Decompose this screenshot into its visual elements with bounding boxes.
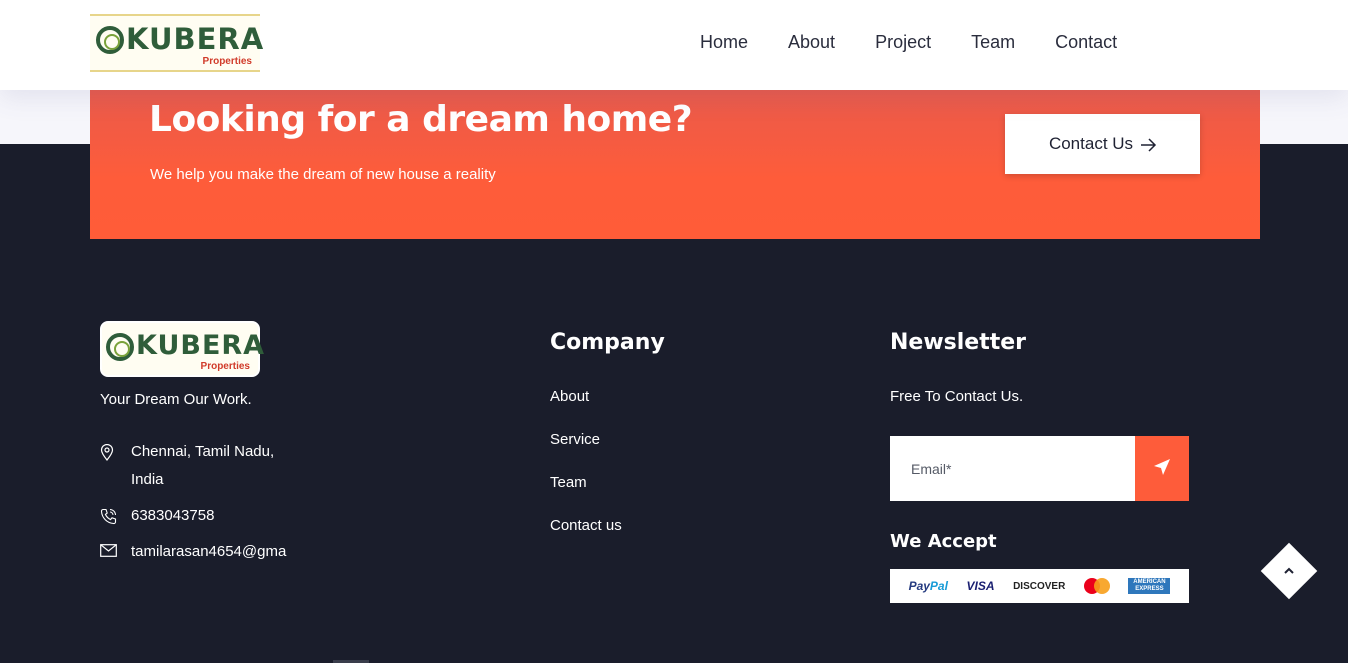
newsletter-text: Free To Contact Us. [890, 388, 1024, 405]
mastercard-logo [1083, 578, 1110, 594]
scroll-to-top-button[interactable] [1260, 542, 1318, 600]
cta-subtitle: We help you make the dream of new house … [150, 166, 496, 183]
address-text: Chennai, Tamil Nadu, India [131, 443, 275, 488]
nav-project[interactable]: Project [875, 32, 931, 53]
footer-logo-text: KUBERA [136, 330, 266, 361]
footer-link-team[interactable]: Team [550, 474, 587, 491]
nav-team[interactable]: Team [971, 32, 1015, 53]
nav-home[interactable]: Home [700, 32, 748, 53]
discover-logo: DISCOVER [1013, 580, 1066, 592]
main-nav: Home About Project Team Contact [700, 32, 1157, 53]
phone-row: 6383043758 [100, 502, 296, 530]
footer-link-about[interactable]: About [550, 388, 589, 405]
email-text[interactable]: tamilarasan4654@gma [131, 538, 296, 566]
visa-logo: VISA [966, 579, 995, 593]
payment-methods: PayPal VISA DISCOVER AMERICAN EXPRESS [890, 569, 1189, 603]
footer-tagline: Your Dream Our Work. [100, 391, 252, 408]
logo-subtitle: Properties [202, 56, 252, 67]
newsletter-title: Newsletter [890, 330, 1027, 355]
footer-logo[interactable]: KUBERA Properties [100, 321, 264, 377]
contact-us-button[interactable]: Contact Us [1005, 114, 1200, 174]
nav-contact[interactable]: Contact [1055, 32, 1117, 53]
paypal-logo: PayPal [908, 579, 948, 593]
footer-logo-subtitle: Properties [200, 361, 250, 372]
site-header: KUBERA Properties Home About Project Tea… [0, 0, 1348, 90]
location-pin-icon [100, 438, 131, 466]
amex-logo: AMERICAN EXPRESS [1128, 578, 1171, 594]
company-title: Company [550, 330, 665, 355]
address-row: Chennai, Tamil Nadu, India [100, 438, 296, 494]
footer-link-service[interactable]: Service [550, 431, 600, 448]
arrow-right-icon [1140, 137, 1157, 152]
header-logo[interactable]: KUBERA Properties [90, 14, 263, 72]
phone-icon [100, 502, 131, 530]
logo-text: KUBERA [126, 22, 265, 56]
chevron-up-icon [1284, 567, 1294, 574]
newsletter-submit-button[interactable] [1135, 436, 1189, 501]
newsletter-form [890, 436, 1189, 501]
logo-wheel-icon [106, 333, 134, 361]
we-accept-title: We Accept [890, 531, 997, 552]
newsletter-email-input[interactable] [890, 436, 1135, 501]
send-icon [1153, 458, 1171, 480]
cta-title: Looking for a dream home? [149, 99, 693, 140]
phone-text[interactable]: 6383043758 [131, 502, 296, 530]
email-row: tamilarasan4654@gma [100, 538, 296, 566]
mail-icon [100, 538, 131, 566]
nav-about[interactable]: About [788, 32, 835, 53]
contact-us-label: Contact Us [1048, 134, 1134, 153]
footer-link-contact-us[interactable]: Contact us [550, 517, 622, 534]
cta-banner: Looking for a dream home? We help you ma… [90, 90, 1260, 239]
logo-wheel-icon [96, 26, 124, 54]
